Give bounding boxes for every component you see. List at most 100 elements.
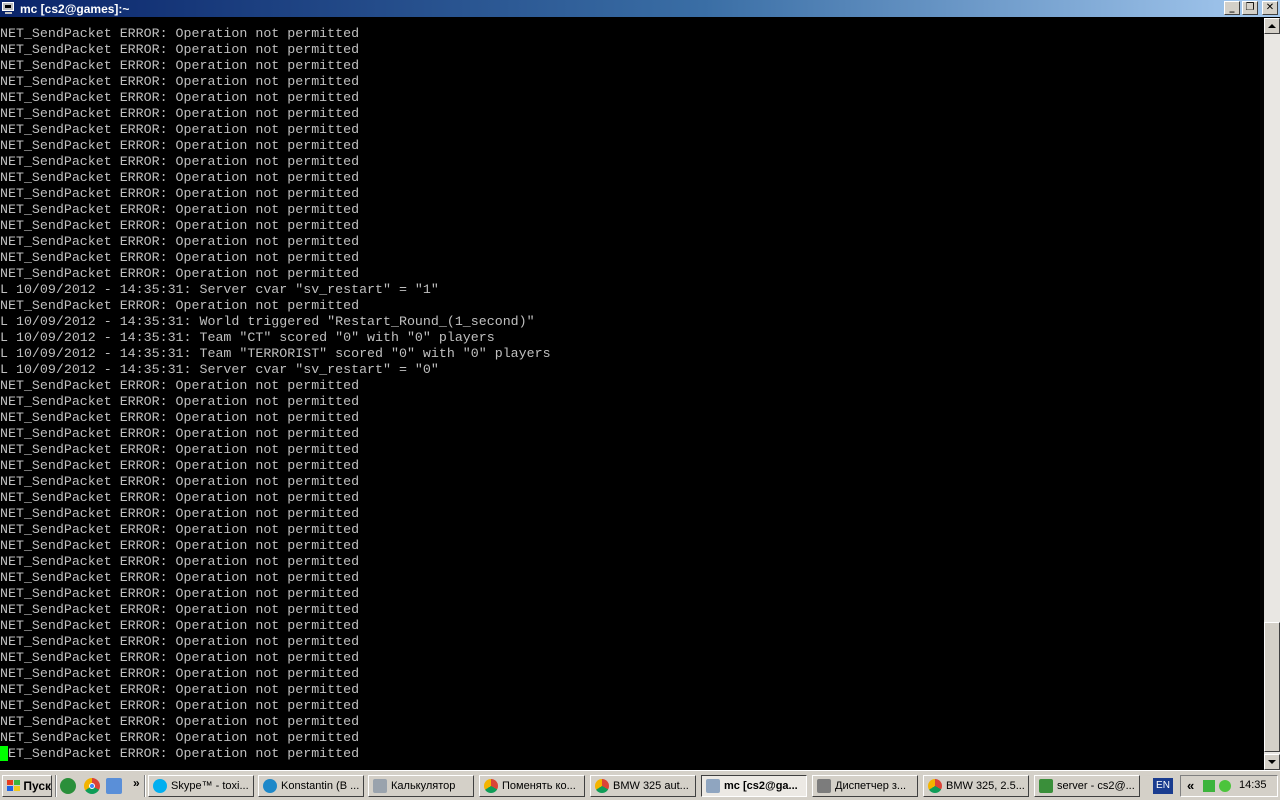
chat-icon	[263, 779, 277, 793]
task-label: Поменять ко...	[502, 780, 576, 792]
tray-expand-button[interactable]: «	[1187, 778, 1194, 793]
task-label: Konstantin (В ...	[281, 780, 360, 792]
taskbar-separator	[144, 775, 146, 797]
window-controls: _ ❐ ✕	[1224, 1, 1278, 15]
task-label: BMW 325 aut...	[613, 780, 689, 792]
terminal-line: NET_SendPacket ERROR: Operation not perm…	[0, 650, 360, 665]
terminal-line: NET_SendPacket ERROR: Operation not perm…	[0, 634, 360, 649]
terminal-output[interactable]: NET_SendPacket ERROR: Operation not perm…	[0, 18, 1263, 770]
terminal-line: NET_SendPacket ERROR: Operation not perm…	[0, 58, 360, 73]
green-app-icon[interactable]	[60, 778, 76, 794]
terminal-line: NET_SendPacket ERROR: Operation not perm…	[0, 682, 360, 697]
terminal-line: NET_SendPacket ERROR: Operation not perm…	[0, 202, 360, 217]
terminal-line: NET_SendPacket ERROR: Operation not perm…	[0, 90, 360, 105]
terminal-line: NET_SendPacket ERROR: Operation not perm…	[0, 746, 360, 761]
terminal-line: NET_SendPacket ERROR: Operation not perm…	[0, 170, 360, 185]
language-indicator[interactable]: EN	[1153, 778, 1173, 794]
terminal-line: NET_SendPacket ERROR: Operation not perm…	[0, 554, 360, 569]
terminal-line: NET_SendPacket ERROR: Operation not perm…	[0, 458, 360, 473]
terminal-line: NET_SendPacket ERROR: Operation not perm…	[0, 378, 360, 393]
terminal-line: L 10/09/2012 - 14:35:31: Server cvar "sv…	[0, 362, 439, 377]
terminal-line: NET_SendPacket ERROR: Operation not perm…	[0, 506, 360, 521]
task-button-chrome-3[interactable]: BMW 325, 2.5...	[923, 775, 1029, 797]
task-label: mc [cs2@ga...	[724, 780, 798, 792]
terminal-line: NET_SendPacket ERROR: Operation not perm…	[0, 602, 360, 617]
arrow-down-icon	[1268, 760, 1276, 764]
task-button-chrome-2[interactable]: BMW 325 aut...	[590, 775, 696, 797]
terminal-line: NET_SendPacket ERROR: Operation not perm…	[0, 26, 360, 41]
system-tray: « 14:35	[1180, 775, 1278, 797]
minimize-button[interactable]: _	[1224, 1, 1240, 15]
antivirus-icon[interactable]	[1219, 780, 1231, 792]
terminal-line: NET_SendPacket ERROR: Operation not perm…	[0, 618, 360, 633]
task-button-skype[interactable]: Skype™ - toxi...	[148, 775, 254, 797]
windows-logo-icon	[7, 780, 20, 792]
vertical-scrollbar[interactable]	[1264, 18, 1280, 770]
server-icon	[1039, 779, 1053, 793]
terminal-line: L 10/09/2012 - 14:35:31: Server cvar "sv…	[0, 282, 439, 297]
terminal-app-icon	[2, 2, 16, 15]
task-button-calculator[interactable]: Калькулятор	[368, 775, 474, 797]
task-button-server[interactable]: server - cs2@...	[1034, 775, 1140, 797]
terminal-line: NET_SendPacket ERROR: Operation not perm…	[0, 538, 360, 553]
terminal-line: NET_SendPacket ERROR: Operation not perm…	[0, 106, 360, 121]
terminal-line: NET_SendPacket ERROR: Operation not perm…	[0, 74, 360, 89]
terminal-line: NET_SendPacket ERROR: Operation not perm…	[0, 490, 360, 505]
scroll-up-button[interactable]	[1264, 18, 1280, 34]
terminal-line: NET_SendPacket ERROR: Operation not perm…	[0, 586, 360, 601]
terminal-cursor	[0, 746, 8, 761]
terminal-line: L 10/09/2012 - 14:35:31: Team "CT" score…	[0, 330, 495, 345]
terminal-line: NET_SendPacket ERROR: Operation not perm…	[0, 522, 360, 537]
task-button-mc-terminal[interactable]: mc [cs2@ga...	[701, 775, 807, 797]
terminal-line: NET_SendPacket ERROR: Operation not perm…	[0, 714, 360, 729]
putty-icon	[706, 779, 720, 793]
arrow-up-icon	[1268, 24, 1276, 28]
terminal-line: L 10/09/2012 - 14:35:31: Team "TERRORIST…	[0, 346, 551, 361]
terminal-line: NET_SendPacket ERROR: Operation not perm…	[0, 218, 360, 233]
task-label: BMW 325, 2.5...	[946, 780, 1025, 792]
terminal-line: NET_SendPacket ERROR: Operation not perm…	[0, 410, 360, 425]
window-title-bar[interactable]: mc [cs2@games]:~ _ ❐ ✕	[0, 0, 1280, 17]
task-button-task-manager[interactable]: Диспетчер з...	[812, 775, 918, 797]
chrome-icon	[928, 779, 942, 793]
explorer-icon[interactable]	[106, 778, 122, 794]
terminal-line: NET_SendPacket ERROR: Operation not perm…	[0, 442, 360, 457]
terminal-line: NET_SendPacket ERROR: Operation not perm…	[0, 698, 360, 713]
scrollbar-thumb[interactable]	[1264, 622, 1280, 752]
chrome-icon	[595, 779, 609, 793]
skype-icon	[153, 779, 167, 793]
chrome-icon[interactable]	[84, 778, 100, 794]
calculator-icon	[373, 779, 387, 793]
terminal-line: L 10/09/2012 - 14:35:31: World triggered…	[0, 314, 535, 329]
task-label: Диспетчер з...	[835, 780, 907, 792]
terminal-line: NET_SendPacket ERROR: Operation not perm…	[0, 570, 360, 585]
terminal-lines: NET_SendPacket ERROR: Operation not perm…	[0, 26, 551, 762]
window-title: mc [cs2@games]:~	[20, 1, 130, 16]
taskbar: Пуск » Skype™ - toxi... Konstantin (В ..…	[0, 770, 1280, 800]
taskbar-separator	[55, 775, 57, 797]
clock[interactable]: 14:35	[1239, 779, 1267, 791]
chrome-icon	[484, 779, 498, 793]
terminal-line: NET_SendPacket ERROR: Operation not perm…	[0, 234, 360, 249]
terminal-line: NET_SendPacket ERROR: Operation not perm…	[0, 394, 360, 409]
terminal-line: NET_SendPacket ERROR: Operation not perm…	[0, 42, 360, 57]
task-manager-icon	[817, 779, 831, 793]
terminal-line: NET_SendPacket ERROR: Operation not perm…	[0, 122, 360, 137]
maximize-button[interactable]: ❐	[1242, 1, 1258, 15]
network-icon[interactable]	[1203, 780, 1215, 792]
terminal-line: NET_SendPacket ERROR: Operation not perm…	[0, 474, 360, 489]
terminal-line: NET_SendPacket ERROR: Operation not perm…	[0, 250, 360, 265]
task-button-konstantin[interactable]: Konstantin (В ...	[258, 775, 364, 797]
terminal-line: NET_SendPacket ERROR: Operation not perm…	[0, 666, 360, 681]
terminal-line: NET_SendPacket ERROR: Operation not perm…	[0, 138, 360, 153]
task-label: Skype™ - toxi...	[171, 780, 249, 792]
quick-launch-more-button[interactable]: »	[133, 776, 140, 790]
close-button[interactable]: ✕	[1262, 1, 1278, 15]
terminal-line: NET_SendPacket ERROR: Operation not perm…	[0, 298, 360, 313]
task-label: server - cs2@...	[1057, 780, 1135, 792]
terminal-line: NET_SendPacket ERROR: Operation not perm…	[0, 266, 360, 281]
scroll-down-button[interactable]	[1264, 754, 1280, 770]
task-label: Калькулятор	[391, 780, 456, 792]
start-button[interactable]: Пуск	[2, 775, 52, 797]
task-button-chrome-1[interactable]: Поменять ко...	[479, 775, 585, 797]
